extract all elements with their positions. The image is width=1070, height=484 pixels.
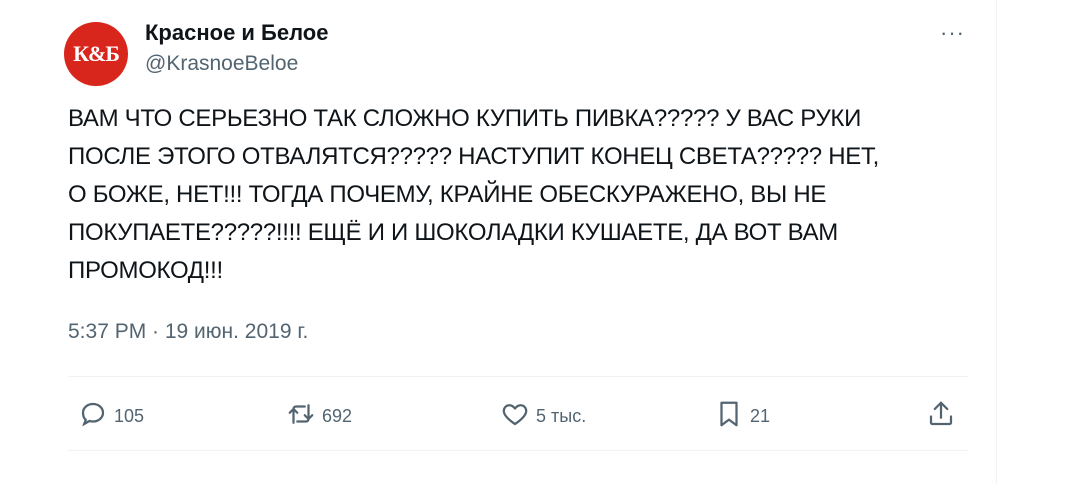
action-bar: 105 692 5 тыс. 21 (68, 396, 968, 436)
like-count: 5 тыс. (536, 405, 587, 426)
like-button[interactable]: 5 тыс. (500, 396, 586, 436)
share-icon (926, 399, 956, 434)
reply-icon (78, 399, 108, 434)
share-button[interactable] (926, 396, 956, 436)
bookmark-button[interactable]: 21 (714, 396, 770, 436)
reply-count: 105 (114, 405, 145, 426)
tweet-card: К&Б Красное и Белое @KrasnoeBeloe ··· ВА… (0, 0, 996, 484)
column-border (996, 0, 997, 484)
tweet-timestamp[interactable]: 5:37 PM · 19 июн. 2019 г. (68, 320, 308, 344)
heart-icon (500, 399, 530, 434)
tweet-text: ВАМ ЧТО СЕРЬЕЗНО ТАК СЛОЖНО КУПИТЬ ПИВКА… (68, 105, 880, 284)
retweet-icon (286, 399, 316, 434)
divider (68, 450, 968, 451)
more-options-icon[interactable]: ··· (940, 20, 965, 46)
retweet-count: 692 (322, 405, 353, 426)
avatar-logo-text: К&Б (73, 41, 120, 66)
avatar[interactable]: К&Б (64, 22, 128, 86)
author-name[interactable]: Красное и Белое (145, 20, 328, 46)
bookmark-count: 21 (750, 405, 771, 426)
reply-button[interactable]: 105 (78, 396, 144, 436)
bookmark-icon (714, 399, 744, 434)
author-handle[interactable]: @KrasnoeBeloe (145, 52, 298, 76)
retweet-button[interactable]: 692 (286, 396, 352, 436)
divider (68, 376, 968, 377)
